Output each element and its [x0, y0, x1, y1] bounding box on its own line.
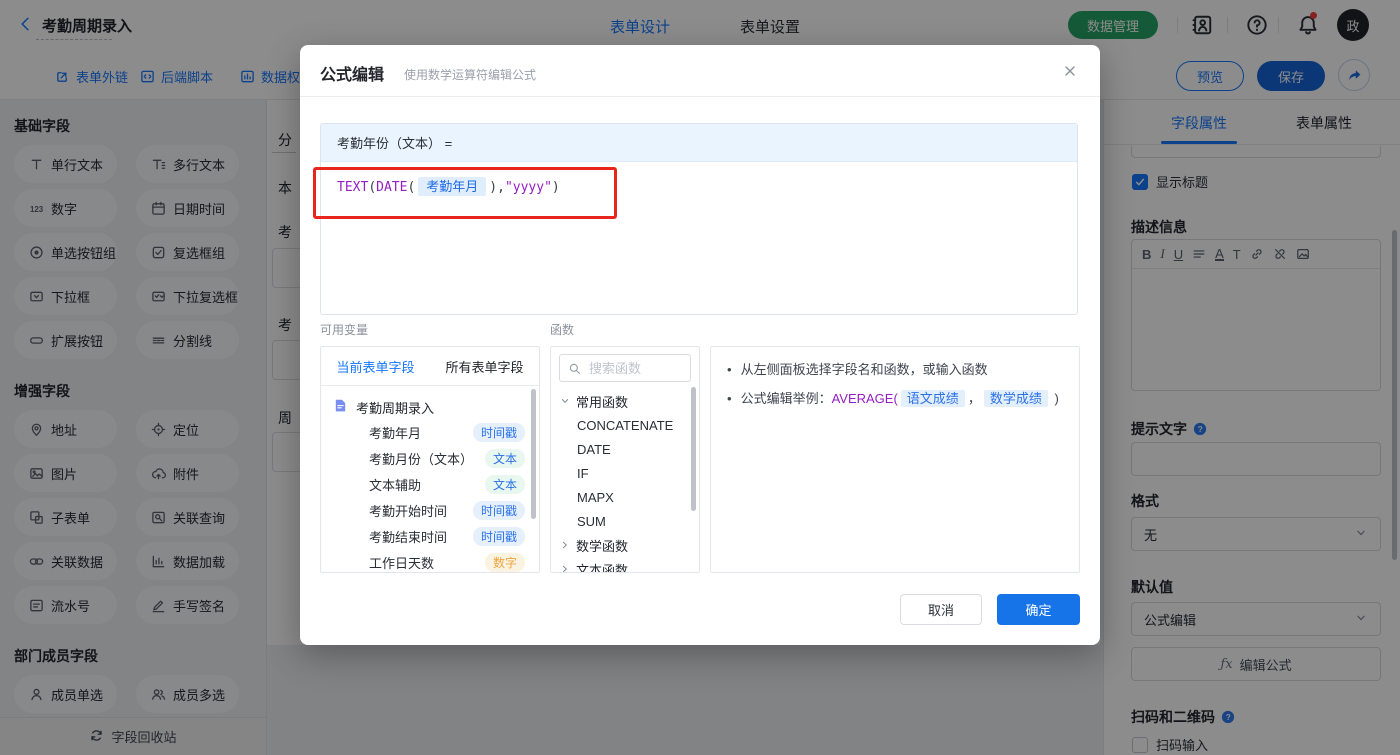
functions-panel: 常用函数 CONCATENATEDATEIFMAPXSUM 数学函数文本函数	[550, 346, 700, 573]
form-root-label: 考勤周期录入	[356, 400, 435, 416]
variable-name: 考勤月份（文本）	[369, 451, 474, 467]
dialog-title: 公式编辑	[320, 67, 385, 84]
variable-name: 考勤年月	[369, 425, 422, 441]
dialog-subtitle: 使用数学运算符编辑公式	[404, 68, 537, 82]
help-tip-2: • 公式编辑举例：AVERAGE(语文成绩，数学成绩 )	[727, 390, 1059, 407]
function-item[interactable]: MAPX	[551, 485, 699, 509]
chevron-right-icon	[562, 565, 567, 572]
variable-type-badge: 时间戳	[472, 526, 525, 546]
variable-type-badge: 文本	[484, 448, 525, 468]
function-item[interactable]: CONCATENATE	[551, 413, 699, 437]
variable-name: 文本辅助	[369, 477, 422, 493]
example-close-paren: )	[1050, 391, 1059, 406]
help-panel: • 从左侧面板选择字段名和函数，或输入函数 • 公式编辑举例：AVERAGE(语文…	[710, 346, 1080, 573]
variables-tabs: 当前表单字段 所有表单字段	[321, 347, 539, 386]
search-icon	[568, 362, 581, 375]
annotation-box	[313, 167, 617, 219]
variable-name: 工作日天数	[369, 555, 435, 571]
dialog-header: 公式编辑 使用数学运算符编辑公式	[300, 45, 1100, 97]
variables-panel: 当前表单字段 所有表单字段 考勤周期录入 考勤年月 时间戳 考勤月份（文本） 文本 文本辅…	[320, 346, 540, 573]
function-item[interactable]: SUM	[551, 509, 699, 533]
search-icon	[569, 363, 580, 374]
function-group[interactable]: 常用函数	[551, 389, 699, 413]
cancel-button[interactable]: 取消	[900, 594, 982, 625]
variable-type-badge: 数字	[484, 552, 525, 572]
variable-type-badge: 文本	[484, 474, 525, 494]
variable-row[interactable]: 考勤结束时间 时间戳	[321, 523, 539, 549]
close-icon	[1065, 66, 1075, 76]
function-group[interactable]: 文本函数	[551, 557, 699, 573]
variable-name: 考勤开始时间	[369, 503, 448, 519]
example-field-chip: 数学成绩	[983, 390, 1048, 407]
close-icon[interactable]	[1062, 63, 1078, 79]
variable-type-badge: 时间戳	[472, 422, 525, 442]
function-item[interactable]: DATE	[551, 437, 699, 461]
function-group-label: 常用函数	[576, 394, 629, 410]
function-group-label: 数学函数	[576, 538, 629, 554]
doc-icon	[333, 398, 348, 416]
form-root-node[interactable]: 考勤周期录入	[321, 386, 539, 419]
functions-scrollbar[interactable]	[691, 387, 696, 511]
confirm-button[interactable]: 确定	[997, 594, 1080, 625]
app-window: 考勤周期录入 表单设计 表单设置 数据管理 政 表单外链 后端脚本 数据权限 预览 保…	[0, 0, 1400, 755]
doc-icon	[335, 399, 346, 412]
variables-tab-current[interactable]: 当前表单字段	[321, 347, 430, 385]
function-search-input[interactable]	[587, 359, 682, 377]
help-tip-1: • 从左侧面板选择字段名和函数，或输入函数	[727, 362, 988, 377]
function-item[interactable]: IF	[551, 461, 699, 485]
variables-tab-all[interactable]: 所有表单字段	[430, 347, 539, 385]
variable-row[interactable]: 考勤月份（文本） 文本	[321, 445, 539, 471]
variable-row[interactable]: 文本辅助 文本	[321, 471, 539, 497]
variable-name: 考勤结束时间	[369, 529, 448, 545]
formula-editor: 考勤年份（文本） = TEXT(DATE(考勤年月),"yyyy")	[320, 123, 1078, 315]
variable-row[interactable]: 工作日天数 数字	[321, 549, 539, 572]
formula-edit-dialog: 公式编辑 使用数学运算符编辑公式 考勤年份（文本） = TEXT(DATE(考勤…	[300, 45, 1100, 645]
variable-row[interactable]: 考勤年月 时间戳	[321, 419, 539, 445]
function-search	[559, 354, 691, 382]
example-function: AVERAGE(	[831, 391, 898, 406]
chevron-down-icon	[561, 398, 569, 403]
variables-scrollbar[interactable]	[531, 389, 536, 519]
functions-section-label: 函数	[550, 323, 575, 337]
variables-section-label: 可用变量	[320, 323, 369, 337]
variable-type-badge: 时间戳	[472, 500, 525, 520]
function-group[interactable]: 数学函数	[551, 533, 699, 557]
example-field-chip: 语文成绩	[900, 390, 965, 407]
chevron-right-icon	[562, 541, 567, 549]
variable-row[interactable]: 考勤开始时间 时间戳	[321, 497, 539, 523]
function-group-label: 文本函数	[576, 562, 629, 573]
formula-target: 考勤年份（文本） =	[321, 124, 1077, 162]
example-separator: ，	[967, 391, 981, 406]
